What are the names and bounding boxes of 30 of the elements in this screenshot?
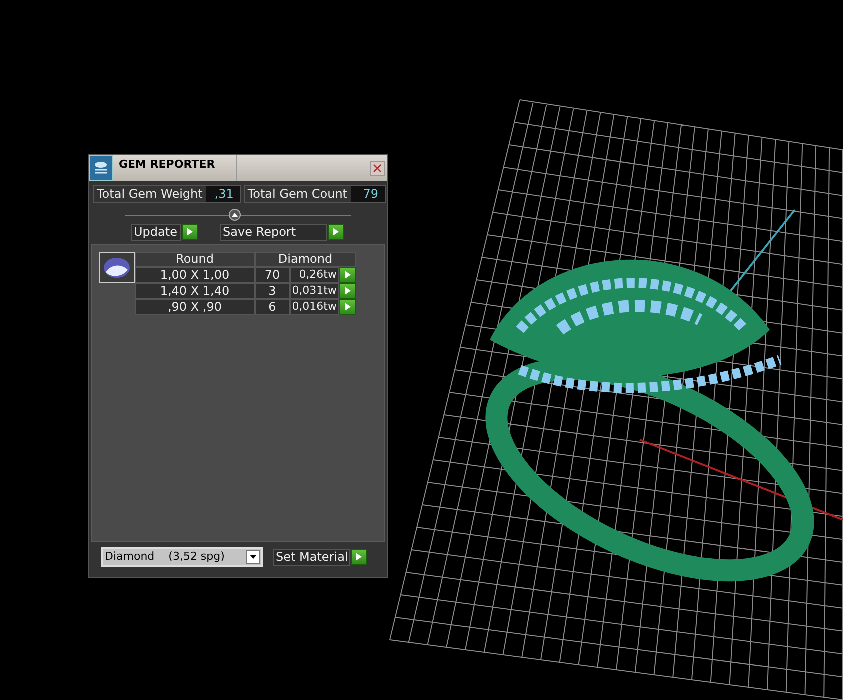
- play-icon[interactable]: [339, 299, 356, 315]
- play-icon[interactable]: [182, 224, 198, 240]
- weight-cell: 0,26tw: [290, 267, 339, 283]
- app-icon: [89, 155, 113, 181]
- column-header: Round: [135, 252, 255, 267]
- action-button[interactable]: Update: [131, 224, 181, 240]
- play-icon[interactable]: [351, 549, 367, 565]
- play-icon[interactable]: [339, 283, 356, 299]
- weight-cell: 0,031tw: [290, 283, 339, 299]
- size-cell: ,90 X ,90: [135, 299, 255, 315]
- weight-cell: 0,016tw: [290, 299, 339, 315]
- count-cell: 3: [255, 283, 290, 299]
- material-dropdown[interactable]: Diamond (3,52 spg): [101, 547, 263, 567]
- column-header: Diamond: [255, 252, 356, 267]
- window-title: GEM REPORTER: [113, 155, 237, 181]
- size-cell: 1,40 X 1,40: [135, 283, 255, 299]
- play-icon[interactable]: [328, 224, 344, 240]
- set-material-button[interactable]: Set Material: [273, 548, 350, 566]
- count-cell: 6: [255, 299, 290, 315]
- size-cell: 1,00 X 1,00: [135, 267, 255, 283]
- close-button[interactable]: [370, 160, 385, 176]
- gem-image: [99, 252, 135, 283]
- action-button[interactable]: Save Report: [220, 224, 327, 240]
- collapse-toggle-icon[interactable]: [229, 209, 241, 221]
- count-cell: 70: [255, 267, 290, 283]
- close-icon[interactable]: [373, 164, 382, 172]
- total-label: Total Gem Weight: [94, 186, 206, 202]
- play-icon[interactable]: [339, 267, 356, 283]
- total-value: ,31: [206, 186, 240, 202]
- total-value: 79: [350, 186, 385, 202]
